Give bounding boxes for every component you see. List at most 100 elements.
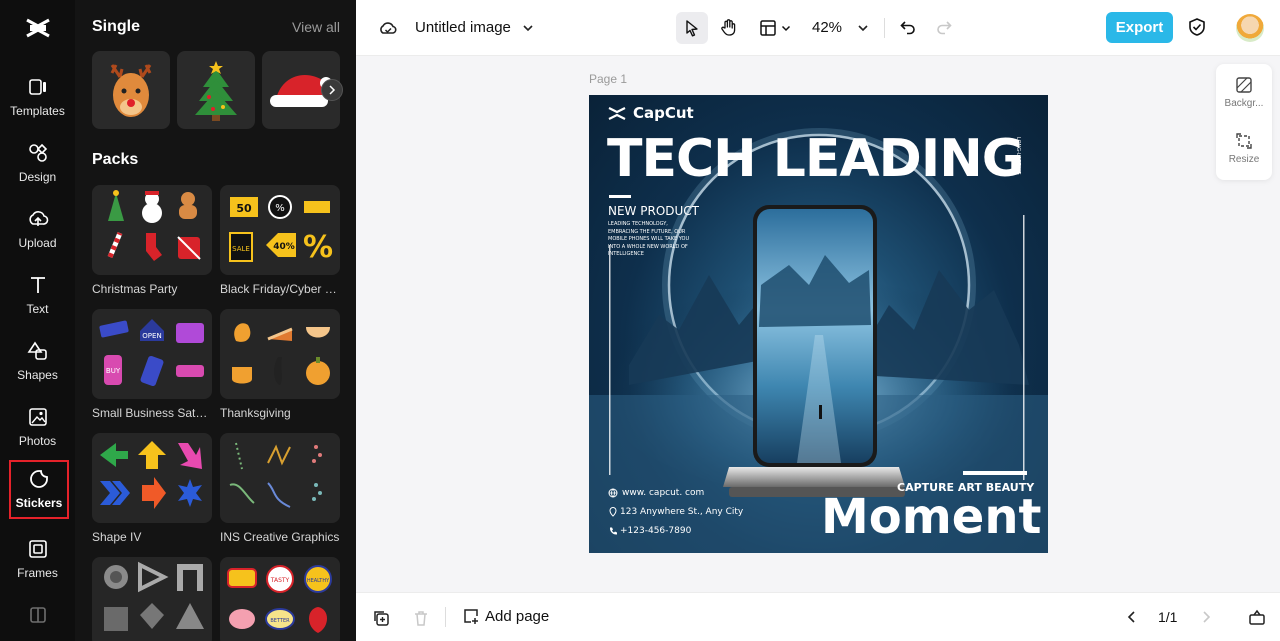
next-page-icon[interactable]	[1198, 609, 1214, 625]
pack-shape-iv[interactable]	[92, 433, 212, 523]
shield-check-icon[interactable]	[1187, 17, 1207, 37]
pack-thanksgiving[interactable]	[220, 309, 340, 399]
reindeer-icon	[110, 64, 152, 117]
poster-artboard[interactable]: CapCut TECH LEADING LONG-LASTING NEW PRO…	[589, 95, 1048, 553]
svg-text:BETTER: BETTER	[270, 618, 290, 624]
pack-small-business-saturday[interactable]: OPEN BUY	[92, 309, 212, 399]
rail-item-design[interactable]: Design	[0, 134, 75, 194]
canvas-area: Page 1 CapCut TECH LEADING LONG-LASTING …	[356, 56, 1280, 592]
svg-text:%: %	[275, 203, 285, 214]
resize-button[interactable]: Resize	[1216, 132, 1272, 182]
small-business-preview-icon: OPEN BUY	[99, 319, 204, 387]
rail-item-label: Design	[18, 170, 57, 184]
resize-label: Resize	[1228, 154, 1260, 165]
view-all-link[interactable]: View all	[292, 19, 340, 35]
thanksgiving-preview-icon	[232, 323, 330, 385]
poster-address: 123 Anywhere St., Any City	[608, 507, 743, 517]
frames-icon	[28, 540, 47, 558]
select-tool-button[interactable]	[676, 12, 708, 44]
svg-text:%: %	[303, 230, 333, 265]
undo-icon[interactable]	[899, 18, 917, 36]
capcut-logo-icon[interactable]	[24, 14, 52, 42]
pack-food-badges[interactable]: TASTY HEALTHY BETTER	[220, 557, 340, 641]
capcut-logo-icon	[608, 107, 626, 120]
svg-text:HEALTHY: HEALTHY	[307, 578, 330, 584]
zoom-level[interactable]: 42%	[812, 19, 842, 36]
rail-item-stickers[interactable]: Stickers	[9, 460, 69, 519]
phone-icon	[609, 527, 617, 535]
page-label: Page 1	[589, 72, 628, 86]
pages-panel-icon[interactable]	[1248, 608, 1266, 626]
sticker-christmas-tree[interactable]	[177, 51, 255, 129]
pack-label: Black Friday/Cyber M...	[220, 282, 342, 296]
rail-item-upload[interactable]: Upload	[0, 200, 75, 260]
duplicate-page-icon[interactable]	[372, 609, 390, 627]
rail-item-more[interactable]	[0, 596, 75, 641]
user-avatar[interactable]	[1236, 14, 1264, 42]
food-badges-preview-icon: TASTY HEALTHY BETTER	[227, 565, 332, 633]
cursor-icon	[686, 20, 698, 37]
svg-text:TASTY: TASTY	[270, 577, 290, 584]
poster-subhead: NEW PRODUCT	[608, 204, 699, 218]
hand-tool-button[interactable]	[713, 12, 745, 44]
layout-icon	[760, 20, 776, 36]
document-title[interactable]: Untitled image	[415, 19, 511, 36]
page-counter: 1/1	[1158, 609, 1178, 625]
pack-3d-shapes[interactable]	[92, 557, 212, 641]
add-page-button[interactable]: Add page	[462, 607, 549, 625]
pack-black-friday[interactable]: 50 % SALE 40% %	[220, 185, 340, 275]
pack-ins-creative-graphics[interactable]	[220, 433, 340, 523]
christmas-tree-icon	[195, 61, 237, 121]
svg-text:BUY: BUY	[106, 367, 121, 375]
add-page-label: Add page	[485, 607, 550, 625]
ins-creative-preview-icon	[229, 442, 322, 508]
resize-icon	[1236, 133, 1252, 149]
poster-side-text: LONG-LASTING	[1015, 137, 1021, 175]
export-button[interactable]: Export	[1106, 12, 1173, 43]
rail-item-text[interactable]: Text	[0, 266, 75, 326]
rail-item-photos[interactable]: Photos	[0, 398, 75, 458]
rail-item-shapes[interactable]: Shapes	[0, 332, 75, 392]
pack-label: Shape IV	[92, 530, 142, 544]
chevron-right-icon	[329, 85, 336, 95]
rail-item-label: Stickers	[15, 496, 63, 510]
prev-page-icon[interactable]	[1124, 609, 1140, 625]
svg-text:50: 50	[236, 202, 252, 215]
pack-christmas-party[interactable]	[92, 185, 212, 275]
layout-dropdown-button[interactable]	[755, 12, 795, 44]
svg-text:40%: 40%	[273, 242, 295, 252]
background-button[interactable]: Backgr...	[1216, 76, 1272, 126]
poster-brand: CapCut	[633, 104, 694, 122]
right-tools-panel: Backgr... Resize	[1216, 64, 1272, 180]
chevron-down-icon[interactable]	[522, 22, 534, 34]
poster-website: www. capcut. com	[608, 488, 704, 498]
pack-label: INS Creative Graphics	[220, 530, 340, 544]
chevron-down-icon	[781, 25, 791, 32]
christmas-party-preview-icon	[107, 190, 201, 261]
rail-item-templates[interactable]: Templates	[0, 68, 75, 128]
cloud-sync-icon[interactable]	[378, 18, 398, 38]
poster-phone: +123-456-7890	[608, 526, 691, 536]
rail-item-label: Frames	[17, 566, 58, 580]
shapes-icon	[27, 341, 47, 360]
design-icon	[28, 143, 47, 162]
toolbar-divider	[884, 18, 885, 38]
stickers-icon	[30, 470, 48, 488]
more-apps-icon	[29, 607, 46, 623]
background-icon	[1236, 77, 1252, 93]
background-label: Backgr...	[1224, 98, 1264, 109]
text-icon	[30, 277, 45, 293]
trash-icon[interactable]	[412, 609, 430, 627]
pack-label: Christmas Party	[92, 282, 178, 296]
single-scroll-right-button[interactable]	[321, 79, 343, 101]
templates-icon	[28, 79, 46, 95]
rail-item-label: Shapes	[17, 368, 58, 382]
stickers-panel: Single View all Packs Christmas Party 50…	[75, 0, 356, 641]
sticker-reindeer[interactable]	[92, 51, 170, 129]
chevron-down-icon[interactable]	[857, 22, 869, 34]
rail-item-frames[interactable]: Frames	[0, 530, 75, 590]
upload-icon	[28, 211, 48, 226]
redo-icon[interactable]	[935, 18, 953, 36]
pack-label: Thanksgiving	[220, 406, 291, 420]
poster-big-word: Moment	[821, 489, 1042, 545]
